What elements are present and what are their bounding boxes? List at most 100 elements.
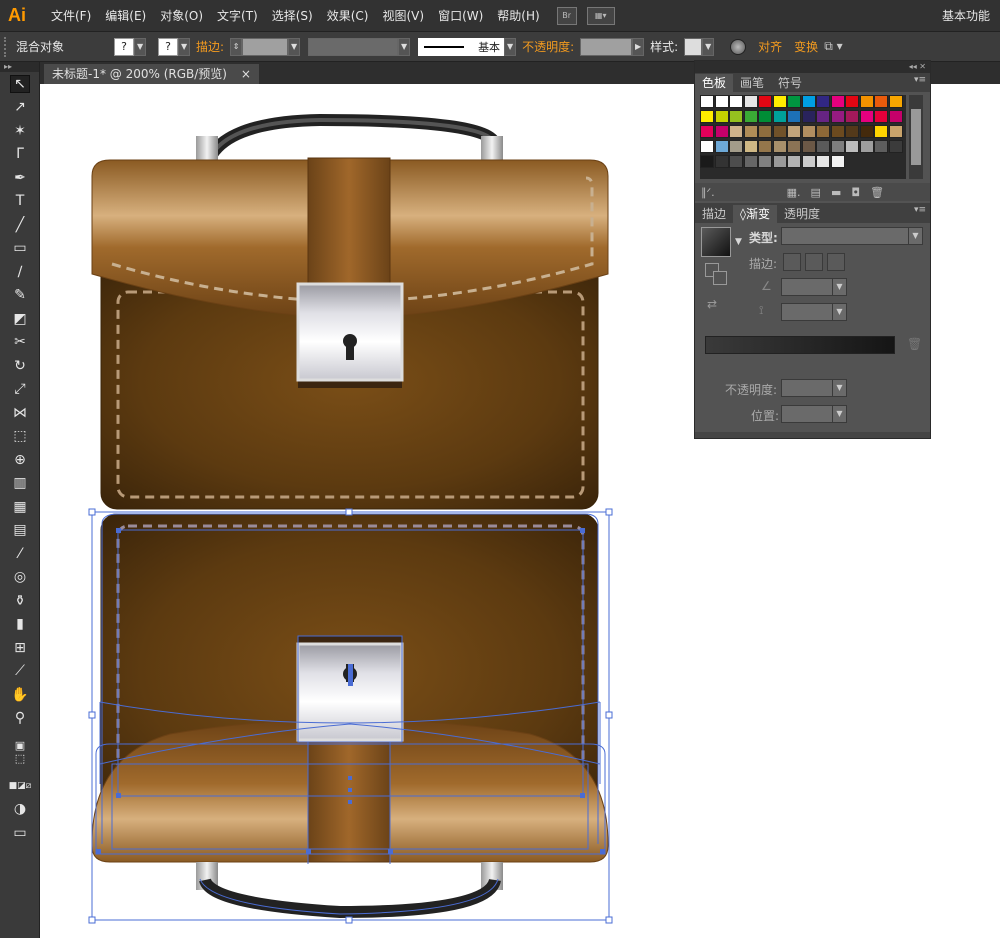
- color-swatch[interactable]: [888, 125, 903, 138]
- color-swatch[interactable]: [714, 125, 729, 138]
- zoom-tool-icon[interactable]: ⚲: [0, 707, 40, 731]
- color-swatch[interactable]: [859, 125, 874, 138]
- bridge-button[interactable]: Br: [556, 6, 577, 25]
- isolate-icon[interactable]: ⧉ ▾: [824, 39, 842, 54]
- color-swatch[interactable]: [772, 155, 787, 168]
- gradient-panel-menu-icon[interactable]: ▾≡: [914, 205, 926, 215]
- gradient-tool-icon[interactable]: ▤: [0, 519, 40, 543]
- close-tab-icon[interactable]: ×: [241, 67, 251, 81]
- swatch-options-icon[interactable]: ▤: [811, 186, 821, 199]
- brush-definition[interactable]: 基本: [418, 37, 505, 56]
- menu-edit[interactable]: 编辑(E): [98, 0, 153, 32]
- swatch-scrollbar[interactable]: [909, 95, 923, 179]
- artboard-tool-icon[interactable]: ⊞: [0, 636, 40, 660]
- type-tool-icon[interactable]: T: [0, 190, 40, 214]
- panel-resize-handle[interactable]: [695, 432, 930, 438]
- gradient-position-field[interactable]: ▼: [781, 405, 847, 423]
- perspective-grid-tool-icon[interactable]: ▥: [0, 472, 40, 496]
- fill-stroke-swap-icon[interactable]: ▣ ⬚: [0, 730, 40, 774]
- color-swatch[interactable]: [700, 95, 714, 108]
- color-swatch[interactable]: [801, 155, 816, 168]
- gradient-opacity-field[interactable]: ▼: [781, 379, 847, 397]
- color-swatch[interactable]: [801, 110, 816, 123]
- align-label[interactable]: 对齐: [758, 38, 782, 55]
- color-swatch[interactable]: [874, 110, 888, 123]
- color-swatch[interactable]: [772, 125, 787, 138]
- panel-collapse-icon[interactable]: ◂◂ ✕: [695, 61, 930, 73]
- menu-type[interactable]: 文字(T): [210, 0, 265, 32]
- color-swatch[interactable]: [801, 125, 816, 138]
- color-swatch[interactable]: [830, 125, 845, 138]
- color-swatch[interactable]: [859, 95, 874, 108]
- column-graph-tool-icon[interactable]: ▮: [0, 613, 40, 637]
- color-swatch[interactable]: [830, 155, 845, 168]
- blob-brush-tool-icon[interactable]: ◩: [0, 307, 40, 331]
- color-swatch[interactable]: [888, 140, 903, 153]
- color-swatch[interactable]: [743, 125, 758, 138]
- scissors-tool-icon[interactable]: ✂: [0, 331, 40, 355]
- menu-select[interactable]: 选择(S): [265, 0, 320, 32]
- color-swatch[interactable]: [714, 155, 729, 168]
- graphic-style-swatch[interactable]: [684, 37, 703, 56]
- color-swatch[interactable]: [758, 95, 772, 108]
- tab-stroke[interactable]: 描边: [695, 205, 733, 223]
- slice-tool-icon[interactable]: ⟋: [0, 660, 40, 684]
- tools-panel-collapse-icon[interactable]: ▸▸: [0, 62, 39, 72]
- swatch-libraries-icon[interactable]: ∥ᐟ.: [701, 186, 715, 199]
- stroke-swatch[interactable]: ?: [158, 37, 179, 56]
- menu-object[interactable]: 对象(O): [153, 0, 210, 32]
- color-swatch[interactable]: [787, 140, 801, 153]
- stroke-dropdown[interactable]: ▼: [178, 37, 191, 56]
- color-swatch[interactable]: [772, 95, 787, 108]
- screen-mode-icon[interactable]: ▭: [0, 821, 40, 845]
- color-swatch[interactable]: [729, 125, 743, 138]
- color-swatch[interactable]: [830, 95, 845, 108]
- color-swatch[interactable]: [729, 140, 743, 153]
- color-swatch[interactable]: [758, 125, 772, 138]
- color-swatch[interactable]: [801, 140, 816, 153]
- graphic-style-dropdown[interactable]: ▼: [702, 37, 715, 56]
- color-swatch[interactable]: [845, 140, 859, 153]
- arrange-documents-icon[interactable]: ▦▾: [586, 6, 615, 25]
- new-swatch-icon[interactable]: ◘: [851, 186, 860, 199]
- color-swatch[interactable]: [859, 140, 874, 153]
- color-swatch[interactable]: [700, 110, 714, 123]
- document-tab[interactable]: 未标题-1* @ 200% (RGB/预览) ×: [44, 64, 259, 84]
- color-swatch[interactable]: [830, 140, 845, 153]
- profile-dropdown[interactable]: ▼: [398, 37, 411, 56]
- mesh-tool-icon[interactable]: ▦: [0, 495, 40, 519]
- color-swatch[interactable]: [743, 110, 758, 123]
- selection-tool-icon[interactable]: ↖: [0, 72, 40, 96]
- color-swatch[interactable]: [816, 140, 830, 153]
- stroke-within-icon[interactable]: [783, 253, 801, 271]
- color-swatch[interactable]: [787, 125, 801, 138]
- color-swatch[interactable]: [772, 140, 787, 153]
- eyedropper-tool-icon[interactable]: ⁄: [0, 542, 40, 566]
- gradient-swatch-dropdown-icon[interactable]: ▼: [735, 237, 742, 247]
- color-swatch[interactable]: [888, 95, 903, 108]
- workspace-switcher[interactable]: 基本功能: [942, 7, 990, 24]
- brush-dropdown[interactable]: ▼: [504, 37, 517, 56]
- delete-swatch-icon[interactable]: 🗑: [870, 186, 884, 199]
- pen-tool-icon[interactable]: ✒: [0, 166, 40, 190]
- color-swatch[interactable]: [845, 125, 859, 138]
- menu-view[interactable]: 视图(V): [375, 0, 431, 32]
- transform-label[interactable]: 变换: [794, 38, 818, 55]
- color-swatch[interactable]: [714, 95, 729, 108]
- menu-effect[interactable]: 效果(C): [320, 0, 376, 32]
- color-mode-icons[interactable]: ■◪⧄: [0, 774, 40, 798]
- delete-stop-icon[interactable]: 🗑: [907, 337, 922, 351]
- color-swatch[interactable]: [816, 110, 830, 123]
- color-swatch[interactable]: [700, 125, 714, 138]
- color-swatch[interactable]: [845, 110, 859, 123]
- color-swatch[interactable]: [859, 110, 874, 123]
- gradient-swatch-preview[interactable]: [701, 227, 731, 257]
- color-swatch[interactable]: [714, 140, 729, 153]
- gradient-type-select[interactable]: ▼: [781, 227, 923, 245]
- color-swatch[interactable]: [772, 110, 787, 123]
- color-swatch[interactable]: [787, 95, 801, 108]
- blend-tool-icon[interactable]: ◎: [0, 566, 40, 590]
- pencil-tool-icon[interactable]: ✎: [0, 284, 40, 308]
- swatch-grid[interactable]: [700, 95, 906, 179]
- color-swatch[interactable]: [714, 110, 729, 123]
